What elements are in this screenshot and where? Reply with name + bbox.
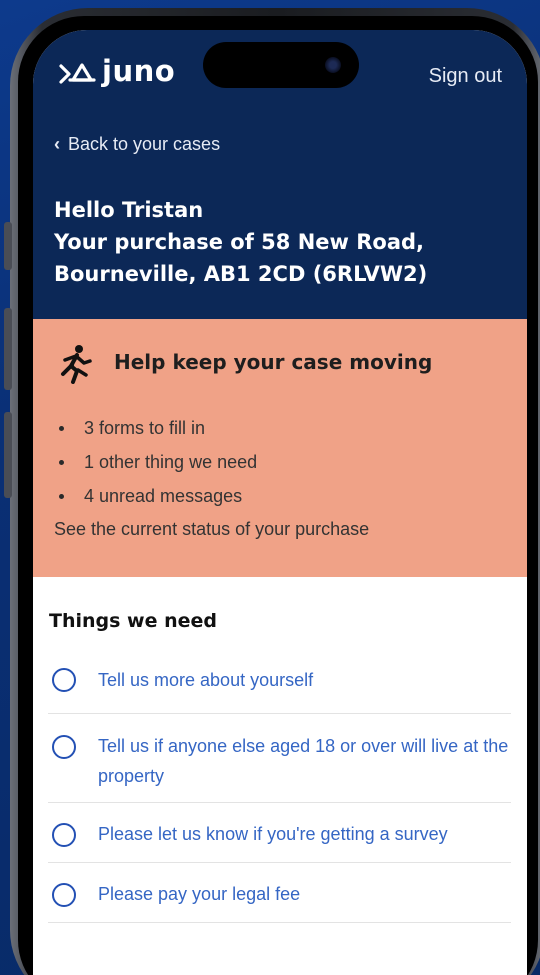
help-item-other: 1 other thing we need xyxy=(55,445,257,479)
app-screen: juno Sign out ‹ Back to your cases Hello… xyxy=(33,30,527,975)
purchase-status-link[interactable]: See the current status of your purchase xyxy=(54,519,369,540)
phone-volume-up-button xyxy=(4,308,12,390)
things-we-need-section: Things we need Tell us more about yourse… xyxy=(33,577,527,975)
purchase-title: Your purchase of 58 New Road, Bournevill… xyxy=(54,230,428,286)
help-card-title: Help keep your case moving xyxy=(114,350,433,374)
back-to-cases-link[interactable]: ‹ Back to your cases xyxy=(54,134,220,155)
task-survey[interactable]: Please let us know if you're getting a s… xyxy=(48,803,511,863)
back-link-label: Back to your cases xyxy=(68,134,221,154)
help-item-label: 1 other thing we need xyxy=(84,451,258,472)
bullet xyxy=(59,425,64,431)
help-keep-case-moving-card: Help keep your case moving 3 forms to fi… xyxy=(33,319,527,577)
help-item-messages: 4 unread messages xyxy=(55,479,257,513)
running-person-icon xyxy=(61,345,92,384)
juno-logo[interactable]: juno xyxy=(58,54,175,88)
logo-text: juno xyxy=(102,54,176,88)
task-legal-fee[interactable]: Please pay your legal fee xyxy=(48,863,511,923)
help-item-label: 4 unread messages xyxy=(84,485,243,506)
juno-logo-icon xyxy=(59,63,96,84)
task-list: Tell us more about yourself Tell us if a… xyxy=(48,647,511,923)
things-we-need-heading: Things we need xyxy=(49,610,218,632)
bullet xyxy=(59,459,64,465)
help-items-list: 3 forms to fill in 1 other thing we need… xyxy=(55,411,257,513)
task-label[interactable]: Tell us more about yourself xyxy=(98,665,313,695)
app-header: juno Sign out ‹ Back to your cases Hello… xyxy=(33,30,527,319)
dynamic-island xyxy=(203,42,359,88)
help-item-label: 3 forms to fill in xyxy=(84,417,206,438)
chevron-left-icon: ‹ xyxy=(54,134,60,154)
bullet xyxy=(59,493,64,499)
radio-unchecked-icon[interactable] xyxy=(52,883,76,907)
task-others-living-at-property[interactable]: Tell us if anyone else aged 18 or over w… xyxy=(48,714,511,803)
radio-unchecked-icon[interactable] xyxy=(52,823,76,847)
front-camera-icon xyxy=(325,57,341,73)
task-about-yourself[interactable]: Tell us more about yourself xyxy=(48,647,511,714)
phone-volume-down-button xyxy=(4,412,12,498)
task-label[interactable]: Please pay your legal fee xyxy=(98,879,300,909)
task-label[interactable]: Tell us if anyone else aged 18 or over w… xyxy=(98,731,511,791)
help-item-forms: 3 forms to fill in xyxy=(55,411,257,445)
greeting-heading: Hello Tristan xyxy=(54,198,204,222)
radio-unchecked-icon[interactable] xyxy=(52,668,76,692)
task-label[interactable]: Please let us know if you're getting a s… xyxy=(98,819,448,849)
radio-unchecked-icon[interactable] xyxy=(52,735,76,759)
phone-action-button xyxy=(4,222,12,270)
sign-out-link[interactable]: Sign out xyxy=(429,65,502,88)
